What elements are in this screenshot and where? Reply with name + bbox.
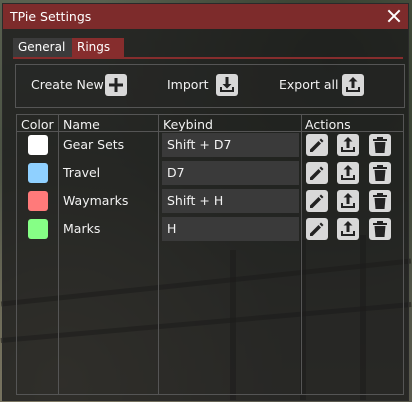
export-icon xyxy=(341,193,355,208)
ring-name: Waymarks xyxy=(63,193,129,208)
tab-rings[interactable]: Rings xyxy=(72,38,124,57)
import-icon xyxy=(220,77,234,92)
ring-name: Gear Sets xyxy=(63,137,125,152)
trash-icon xyxy=(373,221,387,237)
color-swatch[interactable] xyxy=(28,219,48,239)
export-icon xyxy=(341,165,355,180)
export-all-label: Export all xyxy=(279,77,339,92)
tab-underline xyxy=(13,57,403,59)
export-icon xyxy=(341,221,355,236)
table-row: Waymarks Shift + H xyxy=(17,188,403,214)
color-swatch[interactable] xyxy=(28,191,48,211)
export-all-button[interactable] xyxy=(342,74,364,96)
ring-name: Marks xyxy=(63,221,101,236)
keybind-field[interactable]: Shift + D7 xyxy=(162,133,299,157)
export-button[interactable] xyxy=(337,162,359,184)
ring-name: Travel xyxy=(63,165,101,180)
keybind-field[interactable]: Shift + H xyxy=(162,189,299,213)
window-title: TPie Settings xyxy=(10,9,92,24)
keybind-field[interactable]: H xyxy=(162,217,299,241)
table-row: Gear Sets Shift + D7 xyxy=(17,132,403,158)
edit-button[interactable] xyxy=(306,162,328,184)
export-button[interactable] xyxy=(337,190,359,212)
plus-icon xyxy=(109,78,123,92)
delete-button[interactable] xyxy=(369,218,391,240)
create-new-button[interactable] xyxy=(105,74,127,96)
tab-general[interactable]: General xyxy=(13,38,73,57)
rings-toolbar: Create New Import Export all xyxy=(15,64,405,108)
close-icon[interactable] xyxy=(386,8,402,24)
settings-window: TPie Settings General Rings Create New I… xyxy=(2,3,409,401)
export-button[interactable] xyxy=(337,218,359,240)
export-icon xyxy=(341,137,355,152)
pencil-icon xyxy=(310,138,324,152)
import-button[interactable] xyxy=(216,74,238,96)
trash-icon xyxy=(373,165,387,181)
keybind-field[interactable]: D7 xyxy=(162,161,299,185)
header-color: Color xyxy=(21,117,54,132)
trash-icon xyxy=(373,137,387,153)
pencil-icon xyxy=(310,166,324,180)
color-swatch[interactable] xyxy=(28,135,48,155)
create-new-label: Create New xyxy=(31,77,104,92)
header-name: Name xyxy=(63,117,100,132)
pencil-icon xyxy=(310,222,324,236)
title-bar[interactable]: TPie Settings xyxy=(3,4,408,29)
delete-button[interactable] xyxy=(369,134,391,156)
import-label: Import xyxy=(167,77,209,92)
pencil-icon xyxy=(310,194,324,208)
color-swatch[interactable] xyxy=(28,163,48,183)
header-keybind: Keybind xyxy=(163,117,213,132)
edit-button[interactable] xyxy=(306,218,328,240)
header-actions: Actions xyxy=(305,117,351,132)
export-button[interactable] xyxy=(337,134,359,156)
edit-button[interactable] xyxy=(306,134,328,156)
delete-button[interactable] xyxy=(369,162,391,184)
delete-button[interactable] xyxy=(369,190,391,212)
edit-button[interactable] xyxy=(306,190,328,212)
table-row: Marks H xyxy=(17,216,403,242)
trash-icon xyxy=(373,193,387,209)
rings-table: Color Name Keybind Actions Gear Sets Shi… xyxy=(16,114,404,395)
export-icon xyxy=(346,77,360,92)
table-row: Travel D7 xyxy=(17,160,403,186)
